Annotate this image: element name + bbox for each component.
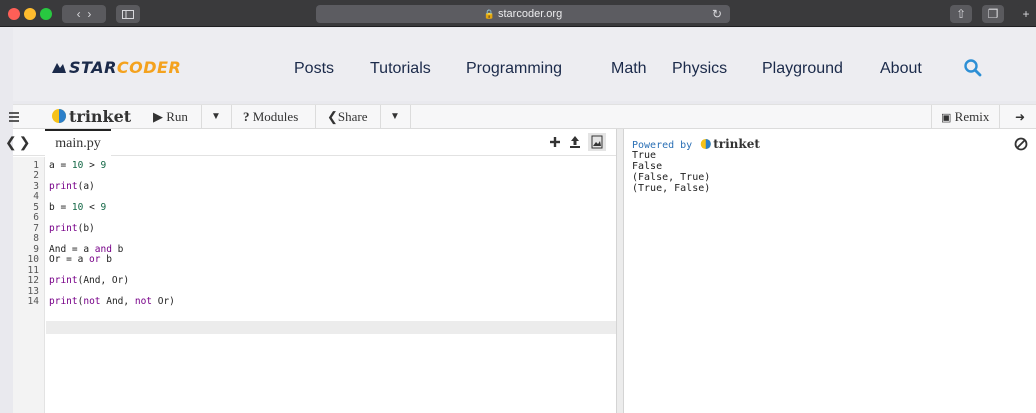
editor-tabs-bar: ❮❯ main.py — [5, 129, 616, 156]
code-editor: ❮❯ main.py 1 2 3 4 5 6 7 8 9 10 11 12 13… — [5, 129, 616, 413]
modules-button[interactable]: ? Modules — [243, 105, 298, 129]
reload-icon[interactable]: ↻ — [712, 5, 722, 23]
starcoder-logo[interactable]: STARCODER — [51, 58, 181, 77]
logo-text: STAR — [69, 58, 117, 77]
trinket-logo-text: trinket — [69, 107, 132, 126]
logo-accent-text: CODER — [116, 58, 182, 77]
lock-icon: 🔒 — [483, 9, 495, 19]
toggle-file-list-icon[interactable]: ❮❯ — [5, 134, 32, 151]
image-library-icon[interactable] — [588, 133, 606, 151]
code-line[interactable]: print(not And, not Or) — [49, 296, 175, 307]
line-number: 10 — [27, 254, 39, 265]
code-line[interactable]: a = 10 > 9 — [49, 160, 106, 171]
sidebar-toggle-button[interactable] — [116, 5, 140, 23]
nav-link-physics[interactable]: Physics — [672, 60, 727, 78]
active-line-highlight — [46, 321, 616, 334]
remix-label: Remix — [954, 109, 990, 124]
file-tab-main[interactable]: main.py — [45, 129, 111, 156]
save-icon: ▣ — [941, 112, 952, 124]
output-line: (False, True) — [632, 172, 711, 183]
share-button[interactable]: ❮Share — [327, 105, 368, 129]
question-icon: ? — [243, 109, 250, 124]
code-line[interactable]: print(b) — [49, 223, 95, 234]
output-line: (True, False) — [632, 183, 711, 194]
line-number: 12 — [27, 275, 39, 286]
nav-link-math[interactable]: Math — [611, 60, 647, 78]
add-file-icon[interactable] — [549, 133, 561, 151]
powered-by-brand: trinket — [713, 137, 760, 151]
trinket-small-logo-icon — [700, 138, 712, 150]
url-text: starcoder.org — [498, 8, 563, 20]
pane-resize-handle[interactable] — [616, 129, 624, 413]
line-number-gutter: 1 2 3 4 5 6 7 8 9 10 11 12 13 14 — [13, 157, 45, 413]
upload-icon[interactable] — [569, 133, 581, 151]
code-line[interactable]: print(And, Or) — [49, 275, 129, 286]
code-line[interactable]: Or = a or b — [49, 254, 112, 265]
new-tab-button[interactable]: + — [1016, 5, 1036, 23]
line-number: 2 — [33, 170, 39, 181]
share-label: Share — [337, 109, 368, 124]
zoom-window-button[interactable] — [40, 8, 52, 20]
output-panel: Powered by trinket True False (False, Tr… — [624, 129, 1036, 413]
login-icon[interactable]: ➜ — [1015, 105, 1025, 129]
trinket-toolbar: trinket ▶ Run ▼ ? Modules ❮Share ▼ ▣ Rem… — [9, 104, 1036, 129]
trinket-logo[interactable]: trinket — [51, 107, 131, 126]
output-line: True — [632, 150, 657, 161]
nav-link-programming[interactable]: Programming — [466, 60, 562, 78]
menu-icon[interactable] — [7, 105, 21, 129]
trinket-logo-icon — [52, 109, 66, 123]
nav-link-posts[interactable]: Posts — [294, 60, 334, 78]
line-number: 4 — [33, 191, 39, 202]
share-dropdown-button[interactable]: ▼ — [390, 105, 400, 129]
site-header: STARCODER Posts Tutorials Programming Ma… — [13, 28, 1036, 101]
powered-by-trinket[interactable]: Powered by trinket — [632, 137, 760, 151]
share-icon: ❮ — [327, 109, 338, 124]
clear-output-icon[interactable] — [1014, 137, 1028, 151]
line-number: 8 — [33, 233, 39, 244]
browser-titlebar: ‹ › 🔒 starcoder.org ↻ ⇧ ❐ + — [0, 0, 1036, 27]
run-dropdown-button[interactable]: ▼ — [211, 105, 221, 129]
run-button[interactable]: ▶ Run — [153, 105, 188, 129]
minimize-window-button[interactable] — [24, 8, 36, 20]
nav-link-playground[interactable]: Playground — [762, 60, 843, 78]
modules-label: Modules — [252, 109, 299, 124]
output-line: False — [632, 161, 663, 172]
tabs-overview-button[interactable]: ❐ — [982, 5, 1004, 23]
nav-link-about[interactable]: About — [880, 60, 922, 78]
editor-tools — [549, 133, 606, 151]
close-window-button[interactable] — [8, 8, 20, 20]
code-line[interactable]: print(a) — [49, 181, 95, 192]
line-number: 14 — [27, 296, 39, 307]
nav-link-tutorials[interactable]: Tutorials — [370, 60, 431, 78]
logo-mark-icon — [52, 63, 66, 73]
share-page-button[interactable]: ⇧ — [950, 5, 972, 23]
search-icon[interactable] — [963, 58, 983, 78]
sidebar-icon — [122, 10, 134, 19]
code-line[interactable]: b = 10 < 9 — [49, 202, 106, 213]
back-forward-buttons[interactable]: ‹ › — [62, 5, 106, 23]
run-label: Run — [166, 109, 188, 124]
address-bar[interactable]: 🔒 starcoder.org ↻ — [316, 5, 730, 23]
line-number: 6 — [33, 212, 39, 223]
remix-button[interactable]: ▣ Remix — [941, 105, 989, 129]
screen: ‹ › 🔒 starcoder.org ↻ ⇧ ❐ + STARCODER Pos… — [0, 0, 1036, 413]
